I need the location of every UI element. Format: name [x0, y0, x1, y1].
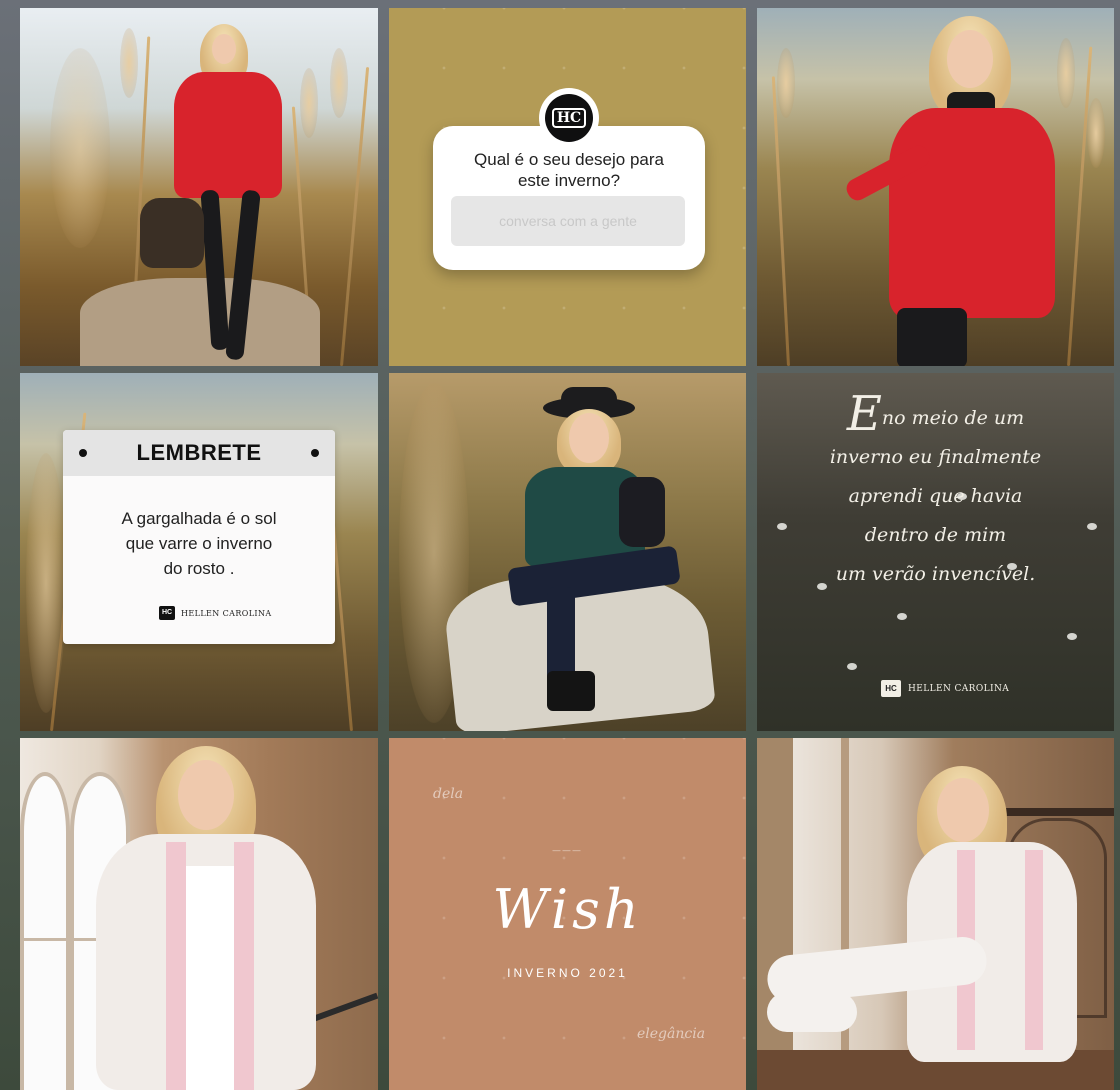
model-figure	[827, 12, 1067, 366]
photo-red-coat-closeup[interactable]	[757, 8, 1114, 366]
model-figure	[499, 387, 699, 717]
poem-post[interactable]: Eno meio de um inverno eu finalmente apr…	[757, 373, 1114, 731]
bullet-icon	[311, 449, 319, 457]
photo-red-coat-field[interactable]	[20, 8, 378, 366]
logo-mark: HC	[881, 680, 901, 697]
reminder-text: A gargalhada é o sol que varre o inverno…	[121, 509, 277, 578]
photo-pink-coat-window[interactable]	[20, 738, 378, 1090]
poem-text: Eno meio de um inverno eu finalmente apr…	[829, 386, 1042, 585]
season-subtitle: INVERNO 2021	[507, 966, 628, 980]
daisy	[897, 613, 907, 620]
question-sticker-post[interactable]: HC Qual é o seu desejo para este inverno…	[389, 8, 746, 366]
wish-title: Wish	[492, 878, 643, 941]
bullet-icon	[79, 449, 87, 457]
photo-pink-coat-sitting[interactable]	[757, 738, 1114, 1090]
model-figure	[765, 766, 1097, 1066]
daisy	[1067, 633, 1077, 640]
corner-script: dela	[433, 786, 464, 802]
instagram-feed-grid: HC Qual é o seu desejo para este inverno…	[20, 8, 1114, 1090]
reminder-post[interactable]: LEMBRETE A gargalhada é o sol que varre …	[20, 373, 378, 731]
reminder-card: LEMBRETE A gargalhada é o sol que varre …	[63, 430, 335, 644]
reminder-header: LEMBRETE	[63, 430, 335, 476]
brand-logo: HC	[539, 88, 599, 148]
brand-signature: HC HELLEN CAROLINA	[881, 680, 1009, 697]
grass-plume	[120, 28, 138, 98]
brand-signature: HC HELLEN CAROLINA	[159, 606, 272, 620]
grass-plume	[26, 453, 66, 713]
logo-mark: HC	[551, 108, 587, 128]
brand-name: HELLEN CAROLINA	[908, 683, 1010, 694]
reminder-title: LEMBRETE	[136, 440, 262, 465]
wish-post[interactable]: dela ——— Wish INVERNO 2021 elegância	[389, 738, 746, 1090]
brand-name: HELLEN CAROLINA	[181, 608, 272, 618]
grass-plume	[300, 68, 318, 138]
divider-text: ———	[552, 846, 583, 855]
corner-script: elegância	[637, 1026, 706, 1042]
question-text: Qual é o seu desejo para este inverno?	[474, 150, 664, 190]
model-figure	[86, 746, 326, 1090]
arched-window	[20, 772, 70, 1090]
logo-mark: HC	[159, 606, 175, 620]
photo-hat-sitting[interactable]	[389, 373, 746, 731]
answer-field[interactable]: conversa com a gente	[451, 196, 685, 246]
grass-plume	[330, 48, 348, 118]
daisy	[847, 663, 857, 670]
grass-plume	[777, 48, 795, 118]
blurred-grass	[50, 48, 110, 248]
model-figure	[160, 20, 300, 361]
backpack	[140, 198, 204, 268]
grass-plume	[1087, 98, 1105, 168]
